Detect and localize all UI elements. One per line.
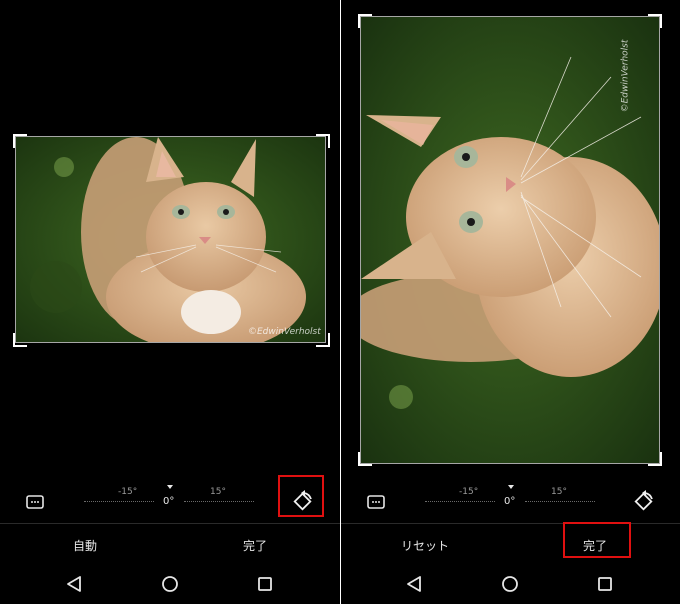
dial-label-pos15: 15° bbox=[210, 487, 226, 497]
highlight-done-button bbox=[563, 522, 631, 558]
rotation-dial[interactable]: -15° 0° 15° bbox=[80, 484, 260, 520]
crop-handle-top-left[interactable] bbox=[13, 134, 27, 148]
recents-icon[interactable] bbox=[253, 572, 277, 596]
highlight-rotate-button bbox=[278, 475, 324, 517]
crop-handle-bottom-right[interactable] bbox=[316, 333, 330, 347]
back-icon[interactable] bbox=[402, 572, 426, 596]
dial-ticks-left bbox=[425, 501, 495, 503]
crop-handle-bottom-left[interactable] bbox=[13, 333, 27, 347]
nav-bar bbox=[341, 564, 680, 604]
dial-ticks-left bbox=[84, 501, 154, 503]
crop-handle-bottom-left[interactable] bbox=[358, 452, 372, 466]
crop-handle-top-right[interactable] bbox=[316, 134, 330, 148]
nav-bar bbox=[0, 564, 340, 604]
aspect-ratio-icon[interactable] bbox=[367, 494, 385, 509]
left-screen: ©EdwinVerholst -15° 0° 15° 自動 完了 bbox=[0, 0, 340, 604]
crop-frame[interactable] bbox=[15, 136, 326, 343]
dial-ticks-right bbox=[525, 501, 595, 503]
dial-pointer-icon bbox=[167, 485, 173, 489]
dial-pointer-icon bbox=[508, 485, 514, 489]
divider bbox=[0, 523, 340, 524]
reset-button[interactable]: リセット bbox=[393, 537, 457, 554]
rotation-dial[interactable]: -15° 0° 15° bbox=[421, 484, 601, 520]
home-icon[interactable] bbox=[498, 572, 522, 596]
crop-frame[interactable] bbox=[360, 16, 660, 464]
crop-handle-bottom-right[interactable] bbox=[648, 452, 662, 466]
dial-ticks-right bbox=[184, 501, 254, 503]
back-icon[interactable] bbox=[62, 572, 86, 596]
dial-label-pos15: 15° bbox=[551, 487, 567, 497]
aspect-ratio-icon[interactable] bbox=[26, 494, 44, 509]
crop-handle-top-left[interactable] bbox=[358, 14, 372, 28]
dial-label-zero: 0° bbox=[504, 496, 516, 507]
auto-button[interactable]: 自動 bbox=[70, 537, 100, 554]
edit-toolbar: -15° 0° 15° bbox=[341, 484, 680, 520]
home-icon[interactable] bbox=[158, 572, 182, 596]
done-button[interactable]: 完了 bbox=[239, 537, 271, 554]
dial-label-neg15: -15° bbox=[118, 487, 138, 497]
dial-label-neg15: -15° bbox=[459, 487, 479, 497]
recents-icon[interactable] bbox=[593, 572, 617, 596]
crop-handle-top-right[interactable] bbox=[648, 14, 662, 28]
dial-label-zero: 0° bbox=[163, 496, 175, 507]
right-screen: ©EdwinVerholst -15° 0° 15° リセット 完了 bbox=[341, 0, 680, 604]
rotate-icon[interactable] bbox=[631, 489, 657, 515]
